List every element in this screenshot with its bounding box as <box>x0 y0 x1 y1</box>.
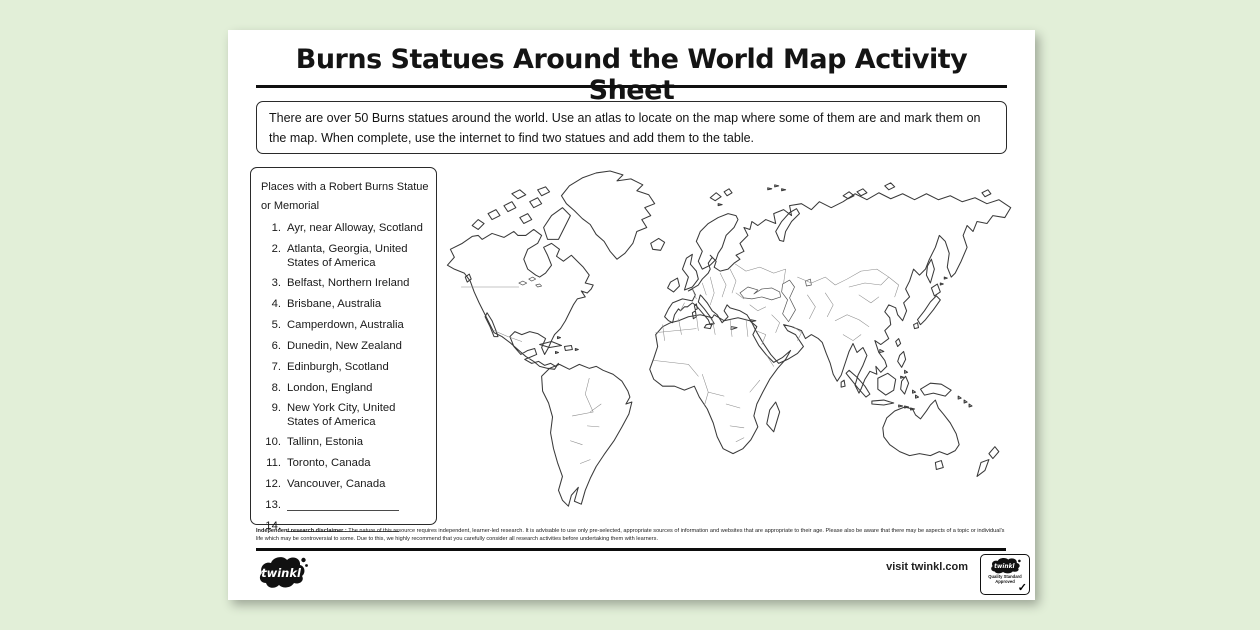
item-text: Atlanta, Georgia, United States of Ameri… <box>287 243 428 270</box>
quality-badge: twinkl Quality Standard Approved ✓ <box>980 554 1030 595</box>
africa-outline <box>650 315 791 454</box>
novaya-zemlya <box>776 209 800 242</box>
page-background: Burns Statues Around the World Map Activ… <box>0 0 1260 630</box>
list-item: 9.New York City, United States of Americ… <box>261 402 428 429</box>
greenland-outline <box>561 171 654 259</box>
list-item-blank: 13. <box>261 499 428 512</box>
list-item: 12. Vancouver, Canada <box>261 478 428 491</box>
list-item: 3. Belfast, Northern Ireland <box>261 277 428 290</box>
cloud-dot-2 <box>305 564 308 567</box>
world-map <box>440 166 1035 528</box>
baja-california <box>485 313 498 337</box>
south-america-outline <box>542 364 632 506</box>
item-number: 1. <box>261 222 281 235</box>
japan-outline <box>914 277 948 329</box>
list-item: 5. Camperdown, Australia <box>261 319 428 332</box>
item-text: Edinburgh, Scotland <box>287 361 428 374</box>
item-text: Dunedin, New Zealand <box>287 340 428 353</box>
item-number: 6. <box>261 340 281 353</box>
list-item: 7. Edinburgh, Scotland <box>261 361 428 374</box>
list-item: 11. Toronto, Canada <box>261 457 428 470</box>
title-underline <box>256 85 1007 88</box>
item-text: London, England <box>287 382 428 395</box>
cloud-dot-1 <box>301 558 305 562</box>
item-number: 3. <box>261 277 281 290</box>
badge-logo-wordmark: twinkl <box>994 564 1015 570</box>
places-list-box: Places with a Robert Burns Statue or Mem… <box>250 167 437 525</box>
item-text: Toronto, Canada <box>287 457 428 470</box>
item-text: Tallinn, Estonia <box>287 436 428 449</box>
blank-answer-line[interactable] <box>287 499 399 511</box>
item-number: 10. <box>261 436 281 449</box>
page-title: Burns Statues Around the World Map Activ… <box>256 44 1007 106</box>
list-item: 10. Tallinn, Estonia <box>261 436 428 449</box>
item-text: Belfast, Northern Ireland <box>287 277 428 290</box>
arctic-russia-islands <box>710 183 991 206</box>
item-number: 11. <box>261 457 281 470</box>
item-number: 2. <box>261 243 281 270</box>
item-number: 7. <box>261 361 281 374</box>
item-text: Brisbane, Australia <box>287 298 428 311</box>
country-borders <box>461 263 898 463</box>
black-sea <box>740 287 781 300</box>
disclaimer-label: Independent research disclaimer : <box>256 528 347 534</box>
madagascar-outline <box>767 402 780 432</box>
item-text: Vancouver, Canada <box>287 478 428 491</box>
badge-line-2: Approved <box>995 579 1015 584</box>
iceland-outline <box>651 238 665 250</box>
list-item: 2.Atlanta, Georgia, United States of Ame… <box>261 243 428 270</box>
badge-checkmark-icon: ✓ <box>1018 581 1027 594</box>
research-disclaimer: Independent research disclaimer : The na… <box>256 528 1008 544</box>
north-america-outline <box>447 229 593 369</box>
logo-wordmark: twinkl <box>261 566 302 580</box>
item-number: 5. <box>261 319 281 332</box>
instruction-box: There are over 50 Burns statues around t… <box>256 101 1007 154</box>
badge-twinkl-logo: twinkl <box>988 557 1022 574</box>
ireland-outline <box>668 278 680 292</box>
item-number: 13. <box>261 499 281 512</box>
great-britain-outline <box>682 254 698 290</box>
list-item: 6. Dunedin, New Zealand <box>261 340 428 353</box>
scandinavia-outline <box>696 214 738 270</box>
item-text: New York City, United States of America <box>287 402 428 429</box>
caspian-sea <box>782 280 796 322</box>
item-number: 12. <box>261 478 281 491</box>
places-list-header: Places with a Robert Burns Statue or Mem… <box>261 178 429 215</box>
twinkl-logo: twinkl <box>256 553 308 591</box>
continent-coastlines <box>447 171 1010 506</box>
list-item: 8. London, England <box>261 382 428 395</box>
activity-sheet: Burns Statues Around the World Map Activ… <box>228 30 1035 600</box>
new-zealand-outline <box>977 447 999 477</box>
item-text: Camperdown, Australia <box>287 319 428 332</box>
philippines <box>898 351 908 378</box>
list-item: 1. Ayr, near Alloway, Scotland <box>261 222 428 235</box>
new-guinea <box>920 383 972 407</box>
item-text: Ayr, near Alloway, Scotland <box>287 222 428 235</box>
taiwan-hainan <box>880 339 901 353</box>
item-number: 8. <box>261 382 281 395</box>
footer-divider <box>256 548 1006 551</box>
item-number: 4. <box>261 298 281 311</box>
item-number: 9. <box>261 402 281 429</box>
disclaimer-text: The nature of this resource requires ind… <box>256 528 1004 542</box>
arctic-islands <box>472 187 570 240</box>
great-lakes <box>519 277 542 287</box>
mediterranean-islands <box>692 304 755 330</box>
tasmania <box>935 461 943 470</box>
visit-twinkl-link: visit twinkl.com <box>886 561 968 573</box>
places-list: 1. Ayr, near Alloway, Scotland 2.Atlanta,… <box>261 222 428 533</box>
eurasia-outline <box>665 193 1011 393</box>
instruction-text: There are over 50 Burns statues around t… <box>269 108 994 149</box>
list-item: 4. Brisbane, Australia <box>261 298 428 311</box>
sri-lanka <box>841 380 845 387</box>
australia-outline <box>883 400 959 456</box>
